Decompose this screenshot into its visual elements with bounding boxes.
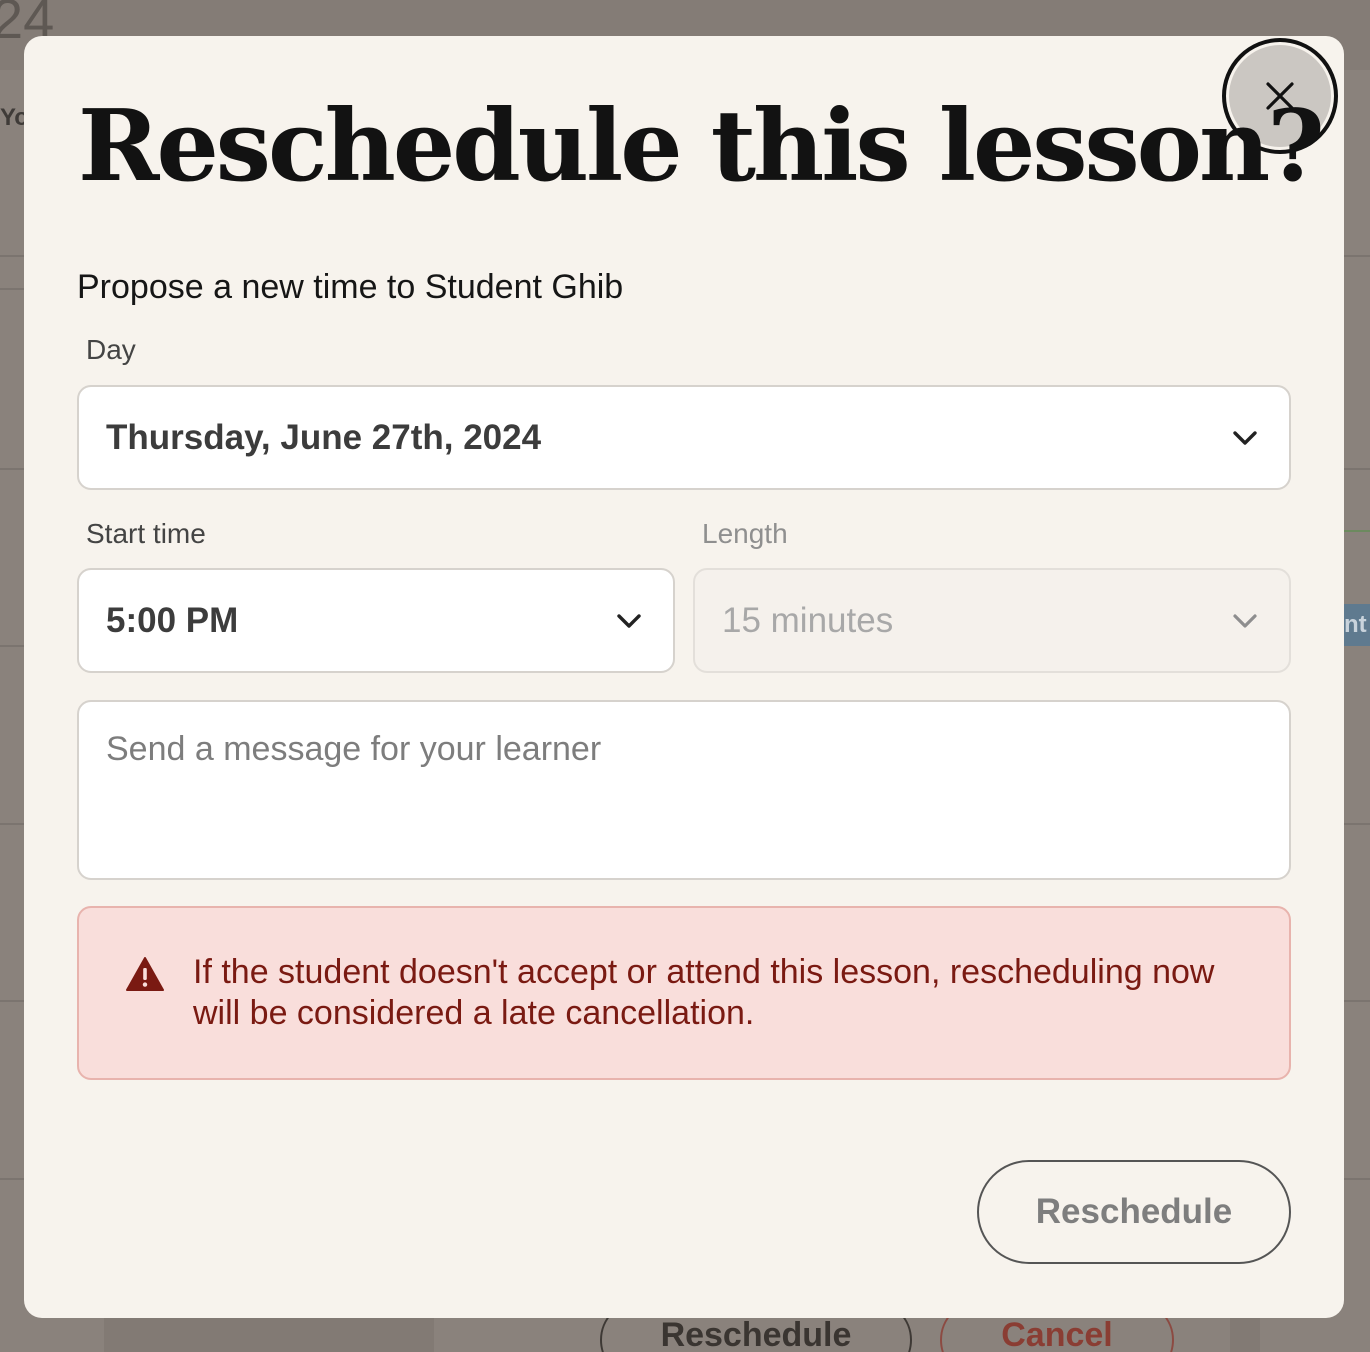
start-time-label: Start time	[86, 518, 206, 549]
background-column	[1230, 1316, 1260, 1352]
background-event-tag: nt	[1342, 604, 1370, 646]
reschedule-dialog: Reschedule this lesson? Propose a new ti…	[24, 36, 1344, 1318]
day-label: Day	[86, 334, 136, 365]
reschedule-button[interactable]: Reschedule	[977, 1160, 1291, 1264]
background-divider	[1344, 1178, 1370, 1180]
dialog-title: Reschedule this lesson?	[78, 89, 1325, 204]
day-select[interactable]: Thursday, June 27th, 2024	[77, 385, 1291, 490]
background-divider	[1344, 255, 1370, 257]
background-divider	[1344, 823, 1370, 825]
late-cancellation-warning: If the student doesn't accept or attend …	[77, 906, 1291, 1080]
start-time-select[interactable]: 5:00 PM	[77, 568, 675, 673]
start-time-select-value: 5:00 PM	[106, 600, 239, 640]
length-select: 15 minutes	[693, 568, 1291, 673]
background-accent-line	[1344, 530, 1370, 532]
background-divider	[0, 645, 24, 647]
background-column	[104, 1316, 434, 1352]
chevron-down-icon	[1233, 613, 1257, 628]
background-divider	[1344, 1000, 1370, 1002]
background-divider	[0, 1178, 24, 1180]
background-divider	[0, 288, 24, 290]
day-select-value: Thursday, June 27th, 2024	[106, 417, 542, 457]
background-divider	[0, 1000, 24, 1002]
dialog-subtitle: Propose a new time to Student Ghib	[77, 268, 624, 306]
warning-text: If the student doesn't accept or attend …	[193, 953, 1215, 1032]
background-divider	[0, 255, 24, 257]
warning-icon	[126, 957, 164, 991]
background-divider	[1344, 468, 1370, 470]
chevron-down-icon	[1233, 430, 1257, 445]
message-textarea[interactable]	[77, 700, 1291, 880]
background-divider	[0, 823, 24, 825]
length-label: Length	[702, 518, 788, 549]
chevron-down-icon	[617, 613, 641, 628]
background-divider	[0, 468, 24, 470]
length-select-value: 15 minutes	[722, 600, 894, 640]
